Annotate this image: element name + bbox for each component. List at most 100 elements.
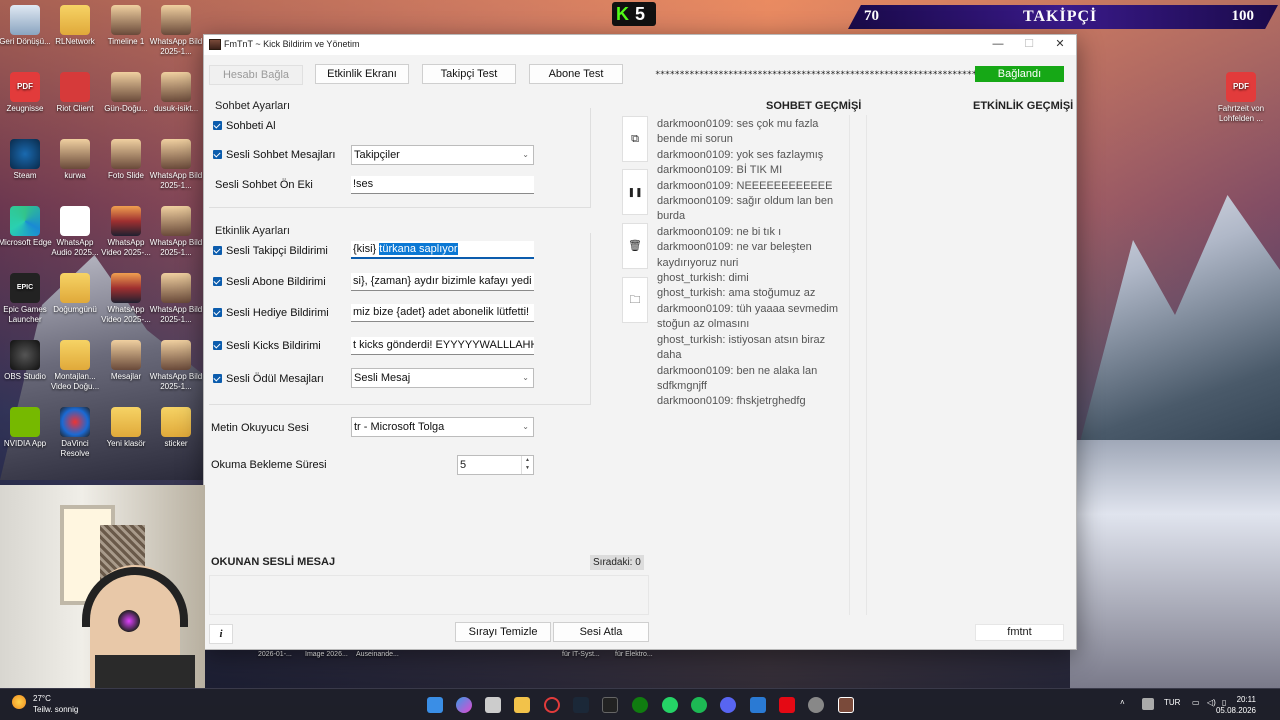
opera-icon[interactable]: [544, 697, 560, 713]
follower-notify-checkbox[interactable]: [213, 246, 222, 255]
minimize-button[interactable]: —: [982, 35, 1014, 55]
desktop-icon[interactable]: Montajlan... Video Doğu...: [47, 340, 103, 392]
desktop-icon[interactable]: WhatsApp Video 2025-...: [98, 273, 154, 325]
follower-notify-label: Sesli Takipçi Bildirimi: [226, 245, 328, 257]
desktop-icon[interactable]: WhatsApp Bild 2025-1...: [148, 139, 204, 191]
desktop-icon[interactable]: EPIC Epic Games Launcher: [0, 273, 53, 325]
language-indicator[interactable]: TUR: [1164, 698, 1180, 707]
desktop-icon[interactable]: Timeline 1: [98, 5, 154, 47]
desktop-icon[interactable]: Doğumgünü: [47, 273, 103, 315]
voice-chat-checkbox[interactable]: [213, 150, 222, 159]
close-button[interactable]: ✕: [1044, 35, 1076, 55]
desktop-icon[interactable]: NVIDIA App: [0, 407, 53, 449]
fmtnt-taskbar-icon[interactable]: [838, 697, 854, 713]
epic-games-taskbar-icon[interactable]: [602, 697, 618, 713]
event-screen-button[interactable]: Etkinlik Ekranı: [315, 64, 409, 84]
desktop-icon[interactable]: Yeni klasör: [98, 407, 154, 449]
desktop-icon[interactable]: dusuk-isikt...: [148, 72, 204, 114]
reward-messages-select[interactable]: Sesli Mesaj ⌄: [351, 368, 534, 388]
steam-taskbar-icon[interactable]: [573, 697, 589, 713]
tray-overflow-icon[interactable]: ˄: [1120, 698, 1125, 707]
gift-notify-checkbox[interactable]: [213, 308, 222, 317]
weather-widget[interactable]: 27°C Teilw. sonnig: [12, 693, 78, 715]
clear-chat-button[interactable]: 🗑: [622, 223, 648, 269]
kicks-notify-checkbox[interactable]: [213, 341, 222, 350]
desktop-icon[interactable]: Geri Dönüşü...: [0, 5, 53, 47]
mail-icon[interactable]: [750, 697, 766, 713]
kicks-notify-input[interactable]: t kicks gönderdi! EYYYYYWALLLAHHH: [351, 337, 534, 355]
title-bar[interactable]: FmTnT ~ Kick Bildirim ve Yönetim — ☐ ✕: [204, 35, 1076, 55]
desktop-icon[interactable]: WhatsApp Bild 2025-1...: [148, 340, 204, 392]
reward-messages-checkbox[interactable]: [213, 374, 222, 383]
whatsapp-icon[interactable]: [662, 697, 678, 713]
maximize-button[interactable]: ☐: [1013, 35, 1045, 55]
connect-account-button[interactable]: Hesabı Bağla: [209, 65, 303, 85]
desktop-icon[interactable]: kurwa: [47, 139, 103, 181]
current-message-box: [209, 575, 649, 615]
subscriber-notify-checkbox[interactable]: [213, 277, 222, 286]
desktop-icon[interactable]: DaVinci Resolve: [47, 407, 103, 459]
desktop-icon-label: WhatsApp Bild 2025-1...: [149, 372, 203, 391]
discord-icon[interactable]: [720, 697, 736, 713]
netflix-icon[interactable]: [779, 697, 795, 713]
volume-icon[interactable]: ◁): [1207, 698, 1216, 707]
desktop-icon[interactable]: sticker: [148, 407, 204, 449]
gift-notify-input[interactable]: miz bize {adet} adet abonelik lütfetti!: [351, 304, 534, 322]
follower-current: 70: [864, 8, 879, 24]
desktop-icon[interactable]: PDF Zeugnisse: [0, 72, 53, 114]
api-key-field[interactable]: ****************************************…: [655, 70, 975, 82]
desktop-icon-label: Microsoft Edge: [0, 238, 52, 247]
start-menu-icon[interactable]: [427, 697, 443, 713]
snapshot-button[interactable]: ⧉: [622, 116, 648, 162]
follower-test-button[interactable]: Takipçi Test: [422, 64, 516, 84]
subscriber-test-button[interactable]: Abone Test: [529, 64, 623, 84]
desktop-icon[interactable]: Microsoft Edge: [0, 206, 53, 248]
info-button[interactable]: i: [209, 624, 233, 644]
clear-queue-button[interactable]: Sırayı Temizle: [455, 622, 551, 642]
spotify-icon[interactable]: [691, 697, 707, 713]
desktop-icon-label: NVIDIA App: [3, 439, 47, 448]
kicks-notify-label: Sesli Kicks Bildirimi: [226, 340, 321, 352]
skip-voice-button[interactable]: Sesi Atla: [553, 622, 649, 642]
tts-voice-label: Metin Okuyucu Sesi: [211, 422, 309, 434]
desktop-icon[interactable]: Steam: [0, 139, 53, 181]
obs-icon: [10, 340, 40, 370]
obs-taskbar-icon[interactable]: [808, 697, 824, 713]
clock[interactable]: 20:11 05.08.2026: [1216, 694, 1256, 716]
follower-notify-input[interactable]: {kisi} türkana saplıyor: [351, 241, 534, 259]
desktop-icon[interactable]: OBS Studio: [0, 340, 53, 382]
file-explorer-icon[interactable]: [514, 697, 530, 713]
desktop-icon[interactable]: WhatsApp Video 2025-...: [98, 206, 154, 258]
desktop-icon[interactable]: WhatsApp Audio 2025...: [47, 206, 103, 258]
tray-app-icon[interactable]: [1142, 698, 1154, 710]
voice-chat-select[interactable]: Takipçiler ⌄: [351, 145, 534, 165]
read-delay-value: 5: [460, 459, 467, 471]
open-folder-button[interactable]: 🗀: [622, 277, 648, 323]
read-delay-spinner[interactable]: 5 ▲ ▼: [457, 455, 534, 475]
xbox-icon[interactable]: [632, 697, 648, 713]
desktop-icon[interactable]: WhatsApp Bild 2025-1...: [148, 273, 204, 325]
pdf-icon: PDF: [10, 72, 40, 102]
voice-prefix-input[interactable]: !ses: [351, 176, 534, 194]
desktop-icon[interactable]: Gün-Doğu...: [98, 72, 154, 114]
receive-chat-checkbox[interactable]: [213, 121, 222, 130]
copilot-icon[interactable]: [456, 697, 472, 713]
desktop-icon[interactable]: Foto Slide: [98, 139, 154, 181]
background-file-label: Auseinande...: [356, 651, 399, 658]
subscriber-notify-input[interactable]: si}, {zaman} aydır bizimle kafayı yedi: [351, 273, 534, 291]
desktop-icon[interactable]: Mesajlar: [98, 340, 154, 382]
desktop-icon[interactable]: Riot Client: [47, 72, 103, 114]
task-view-icon[interactable]: [485, 697, 501, 713]
desktop-icon[interactable]: PDF Fahrtzeit von Lohfelden ...: [1213, 72, 1269, 124]
spinner-arrows-icon[interactable]: ▲ ▼: [521, 456, 533, 474]
desktop-icon[interactable]: WhatsApp Bild 2025-1...: [148, 5, 204, 57]
pause-button[interactable]: ❚❚: [622, 169, 648, 215]
clock-time: 20:11: [1236, 695, 1256, 704]
desktop-icon[interactable]: RLNetwork: [47, 5, 103, 47]
tts-voice-select[interactable]: tr - Microsoft Tolga ⌄: [351, 417, 534, 437]
desktop-icon-label: WhatsApp Bild 2025-1...: [149, 37, 203, 56]
event-history-panel[interactable]: [866, 115, 1062, 615]
desktop-icon-label: WhatsApp Audio 2025...: [51, 238, 99, 257]
desktop-icon[interactable]: WhatsApp Bild 2025-1...: [148, 206, 204, 258]
network-icon[interactable]: ▭: [1192, 698, 1200, 707]
